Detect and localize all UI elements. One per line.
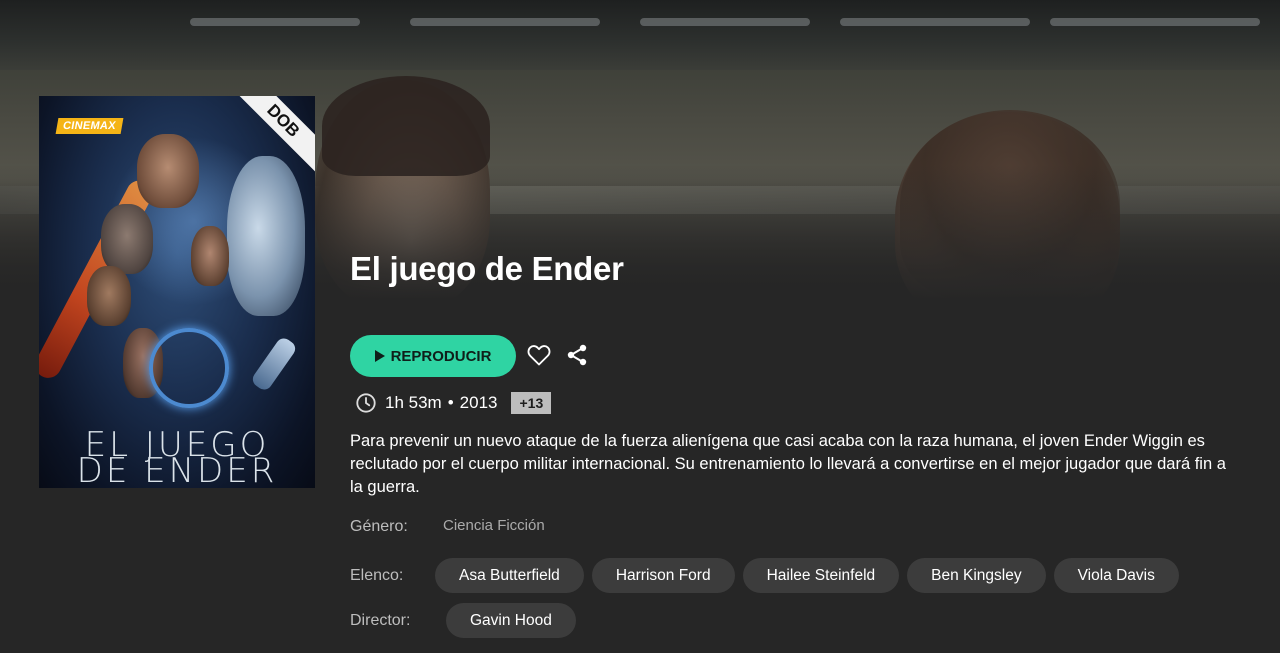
cast-list: Asa Butterfield Harrison Ford Hailee Ste… <box>435 558 1179 593</box>
poster-title-line2: DE ENDER <box>76 451 278 488</box>
meta-separator: • <box>447 393 454 412</box>
poster-ring <box>149 328 229 408</box>
clock-icon <box>356 393 376 413</box>
cast-chip[interactable]: Ben Kingsley <box>907 558 1046 593</box>
cast-chip[interactable]: Harrison Ford <box>591 558 735 593</box>
play-button[interactable]: REPRODUCIR <box>350 335 516 377</box>
cast-chip[interactable]: Viola Davis <box>1053 558 1179 593</box>
cast-label: Elenco: <box>350 567 404 584</box>
age-rating-badge: +13 <box>511 392 552 414</box>
share-button[interactable] <box>564 342 590 368</box>
movie-title: El juego de Ender <box>350 250 624 287</box>
poster-face <box>101 204 153 274</box>
genre-value: Ciencia Ficción <box>443 517 545 534</box>
release-year: 2013 <box>459 393 498 412</box>
play-icon <box>374 350 385 362</box>
cast-chip[interactable]: Asa Butterfield <box>435 558 584 593</box>
cinemax-logo: CINEMAX <box>55 118 124 134</box>
synopsis: Para prevenir un nuevo ataque de la fuer… <box>350 432 1226 496</box>
genre-label: Género: <box>350 518 408 535</box>
heart-icon <box>527 345 551 366</box>
share-icon <box>567 344 587 366</box>
duration: 1h 53m <box>385 393 442 412</box>
movie-poster: CINEMAX DOB EL JUEGO DE ENDER <box>39 96 315 488</box>
poster-ship <box>249 335 299 393</box>
cast-chip[interactable]: Hailee Steinfeld <box>742 558 900 593</box>
poster-face <box>227 156 305 316</box>
director-label: Director: <box>350 612 411 629</box>
play-button-label: REPRODUCIR <box>390 347 492 365</box>
poster-face <box>137 134 199 208</box>
poster-face <box>191 226 229 286</box>
poster-face <box>87 266 131 326</box>
director-list: Gavin Hood <box>446 603 576 638</box>
director-chip[interactable]: Gavin Hood <box>446 603 576 638</box>
favorite-button[interactable] <box>526 342 552 368</box>
movie-meta: 1h 53m • 2013 +13 <box>355 391 552 415</box>
